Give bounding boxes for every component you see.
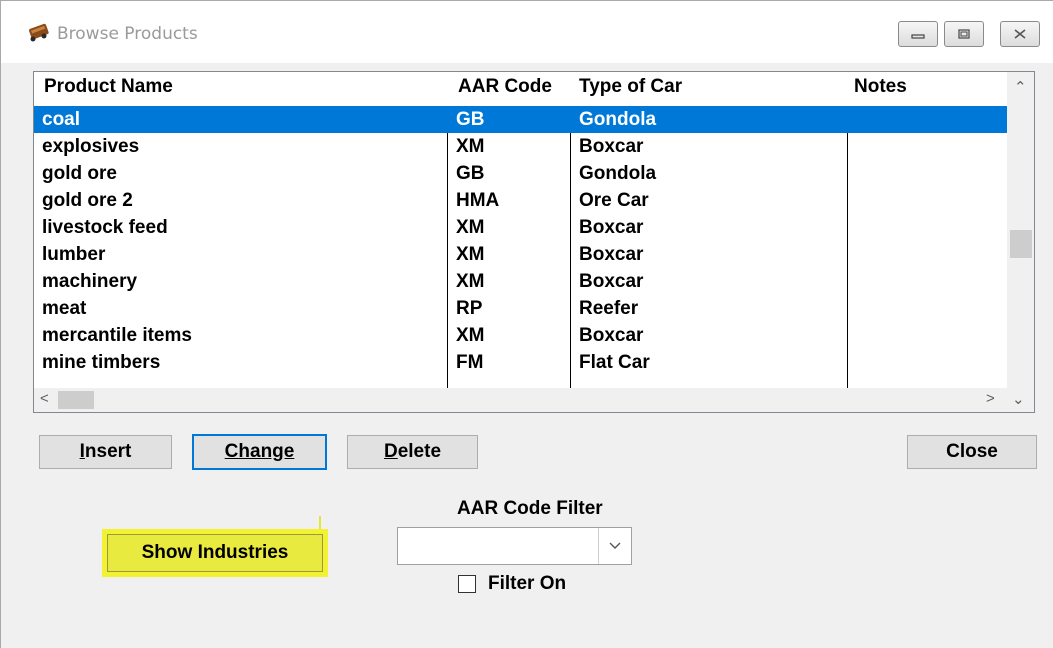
scroll-right-icon[interactable]: > [986,390,995,407]
cell-type-of-car: Reefer [579,298,639,319]
title-bar[interactable]: Browse Products [1,1,1053,63]
cell-aar-code: XM [456,271,485,292]
column-header-aar-code[interactable]: AAR Code [458,72,578,102]
cell-type-of-car: Boxcar [579,325,644,346]
maximize-button[interactable] [944,21,984,47]
cell-aar-code: HMA [456,190,500,211]
insert-label: nsert [84,441,132,462]
table-row[interactable]: meat RP Reefer [34,295,1007,322]
close-icon [1014,29,1026,39]
filter-on-checkbox[interactable] [458,575,476,593]
cell-type-of-car: Boxcar [579,271,644,292]
cell-product-name: lumber [42,244,106,265]
table-row[interactable]: gold ore 2 HMA Ore Car [34,187,1007,214]
cell-product-name: gold ore 2 [42,190,133,211]
table-row[interactable]: explosives XM Boxcar [34,133,1007,160]
scroll-up-icon[interactable]: ⌃ [1014,78,1027,96]
table-row[interactable]: lumber XM Boxcar [34,241,1007,268]
cell-type-of-car: Flat Car [579,352,650,373]
delete-label: elete [397,441,442,462]
scroll-down-icon[interactable]: ⌄ [1012,390,1025,408]
column-header-product-name[interactable]: Product Name [44,72,454,102]
chevron-down-icon [609,542,621,549]
cell-product-name: machinery [42,271,138,292]
cell-aar-code: GB [456,163,485,184]
change-button[interactable]: Change [192,434,327,470]
horizontal-scrollbar[interactable]: < > ⌄ [34,388,1034,412]
cell-aar-code: GB [456,109,485,130]
table-row[interactable]: livestock feed XM Boxcar [34,214,1007,241]
column-header-notes[interactable]: Notes [854,72,994,102]
cell-type-of-car: Boxcar [579,244,644,265]
browse-products-window: Browse Products Product Name AAR Code Ty… [0,0,1053,648]
cell-aar-code: RP [456,298,483,319]
cell-type-of-car: Gondola [579,109,657,130]
aar-code-filter-select[interactable] [397,527,632,565]
restore-icon [958,29,970,39]
window-title: Browse Products [57,24,198,44]
vertical-scrollbar[interactable]: ⌃ [1007,72,1034,388]
cell-product-name: mercantile items [42,325,192,346]
table-row[interactable]: mine timbers FM Flat Car [34,349,1007,376]
table-row[interactable]: machinery XM Boxcar [34,268,1007,295]
cell-type-of-car: Ore Car [579,190,649,211]
cell-aar-code: XM [456,217,485,238]
cell-product-name: coal [42,109,81,130]
table-row[interactable]: coal GB Gondola [34,106,1007,133]
minimize-button[interactable] [898,21,938,47]
cell-product-name: explosives [42,136,140,157]
dropdown-button[interactable] [598,528,631,564]
table-row[interactable]: mercantile items XM Boxcar [34,322,1007,349]
delete-button[interactable]: Delete [347,435,478,469]
railcar-icon [29,23,49,42]
cell-product-name: mine timbers [42,352,161,373]
cell-aar-code: XM [456,136,485,157]
cell-type-of-car: Boxcar [579,217,644,238]
cell-type-of-car: Boxcar [579,136,644,157]
cell-aar-code: FM [456,352,484,373]
show-industries-button[interactable]: Show Industries [107,534,323,572]
change-accesskey: C [224,441,239,462]
scroll-left-icon[interactable]: < [40,390,49,407]
cell-aar-code: XM [456,325,485,346]
delete-accesskey: D [383,441,398,462]
filter-on-label: Filter On [488,573,567,594]
products-list[interactable]: Product Name AAR Code Type of Car Notes … [33,71,1035,413]
column-header-type-of-car[interactable]: Type of Car [579,72,839,102]
close-button[interactable]: Close [907,435,1037,469]
highlight-mark [319,516,321,530]
table-row[interactable]: gold ore GB Gondola [34,160,1007,187]
insert-button[interactable]: Insert [39,435,172,469]
vertical-scroll-thumb[interactable] [1010,230,1032,258]
change-label: hange [238,441,295,462]
cell-product-name: gold ore [42,163,117,184]
close-window-button[interactable] [1000,21,1040,47]
cell-product-name: livestock feed [42,217,168,238]
horizontal-scroll-thumb[interactable] [58,391,94,409]
cell-aar-code: XM [456,244,485,265]
minimize-icon [911,34,925,39]
cell-type-of-car: Gondola [579,163,657,184]
cell-product-name: meat [42,298,87,319]
aar-code-filter-label: AAR Code Filter [457,498,603,519]
